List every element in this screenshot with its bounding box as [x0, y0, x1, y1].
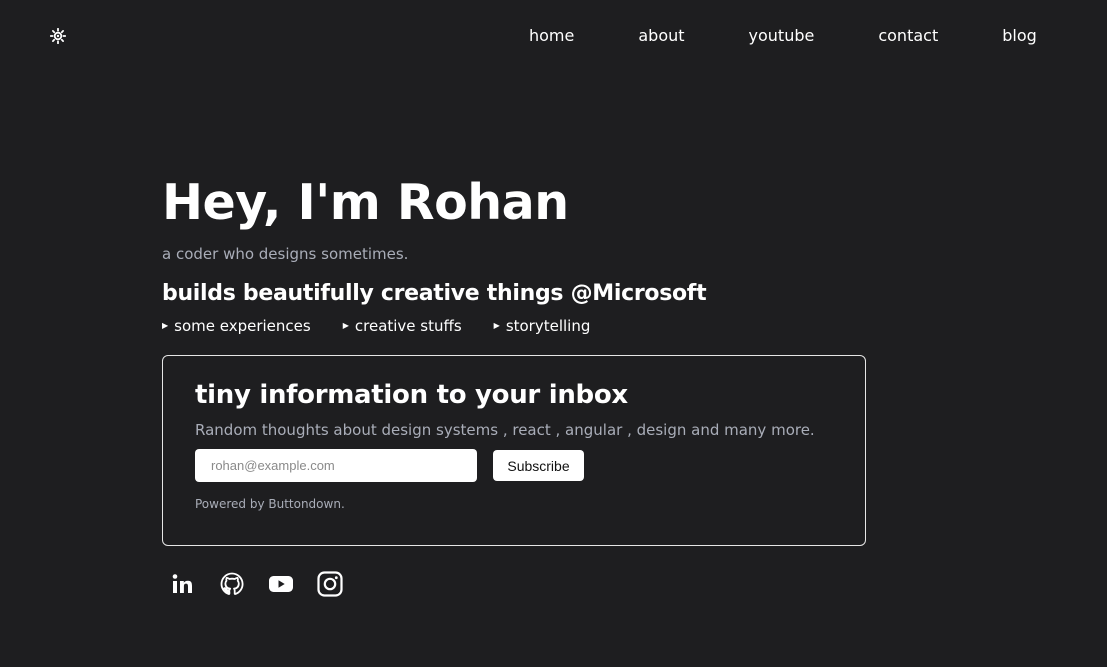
- newsletter-title: tiny information to your inbox: [195, 380, 628, 410]
- link-label: creative stuffs: [354, 317, 462, 335]
- nav-link-youtube[interactable]: youtube: [749, 26, 815, 46]
- instagram-icon: [317, 571, 343, 597]
- github-icon: [220, 572, 244, 595]
- email-input[interactable]: [195, 449, 477, 482]
- page-title: Hey, I'm Rohan: [162, 174, 569, 231]
- link-experiences[interactable]: ▶ some experiences: [162, 316, 311, 336]
- hero-section: Hey, I'm Rohan a coder who designs somet…: [162, 172, 882, 336]
- top-nav: home about youtube contact blog: [529, 26, 1037, 46]
- quick-links: ▶ some experiences ▶ creative stuffs ▶ s…: [162, 316, 882, 336]
- link-creative-stuffs[interactable]: ▶ creative stuffs: [343, 316, 462, 336]
- nav-link-about[interactable]: about: [638, 26, 684, 46]
- newsletter-description: Random thoughts about design systems , r…: [195, 421, 815, 439]
- linkedin-link[interactable]: [170, 570, 196, 598]
- nav-link-blog[interactable]: blog: [1002, 26, 1037, 46]
- subscribe-button[interactable]: Subscribe: [493, 450, 584, 481]
- instagram-link[interactable]: [317, 570, 343, 598]
- powered-by-link[interactable]: Powered by Buttondown.: [195, 496, 345, 512]
- newsletter-card: tiny information to your inbox Random th…: [162, 355, 866, 546]
- tagline: a coder who designs sometimes.: [162, 245, 409, 263]
- nav-link-contact[interactable]: contact: [878, 26, 938, 46]
- sun-icon: [50, 28, 66, 44]
- link-label: some experiences: [174, 317, 311, 335]
- link-storytelling[interactable]: ▶ storytelling: [494, 316, 591, 336]
- social-links: [170, 570, 366, 598]
- triangle-right-icon: ▶: [342, 321, 349, 330]
- builds-statement: builds beautifully creative things @Micr…: [162, 281, 707, 306]
- theme-toggle-button[interactable]: [49, 27, 67, 45]
- youtube-link[interactable]: [268, 570, 294, 598]
- github-link[interactable]: [219, 570, 245, 598]
- link-label: storytelling: [505, 317, 591, 335]
- triangle-right-icon: ▶: [162, 321, 169, 330]
- linkedin-icon: [172, 574, 192, 593]
- nav-link-home[interactable]: home: [529, 26, 574, 46]
- youtube-icon: [269, 576, 293, 592]
- triangle-right-icon: ▶: [493, 321, 500, 330]
